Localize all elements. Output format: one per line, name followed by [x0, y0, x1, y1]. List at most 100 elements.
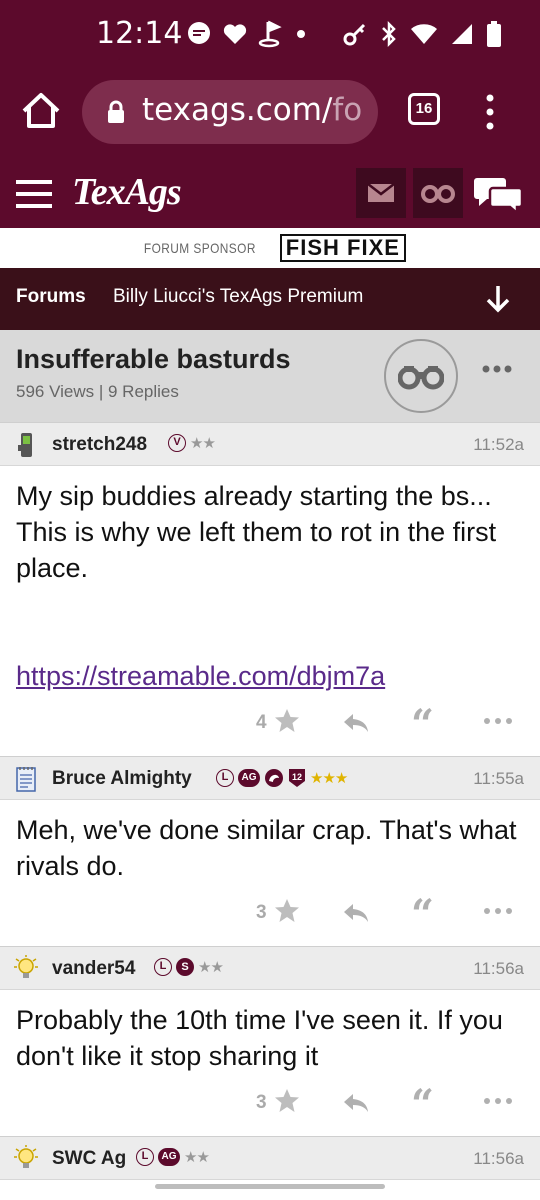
post-time: 11:52a	[473, 435, 524, 454]
lock-icon	[108, 100, 124, 123]
mascot-badge-icon	[265, 769, 283, 787]
star-count: 3	[256, 1092, 267, 1113]
post: vander54 L S ★★ 11:56a Probably the 10th…	[0, 946, 540, 1136]
envelope-icon	[367, 183, 395, 202]
board-name-link[interactable]: Billy Liucci's TexAgs Premium	[113, 286, 363, 308]
browser-toolbar: texags.com/fo 16	[0, 72, 540, 160]
reply-icon[interactable]	[342, 712, 370, 734]
post: stretch248 V ★★ 11:52a My sip buddies al…	[0, 422, 540, 756]
post-header: stretch248 V ★★ 11:52a	[0, 422, 540, 466]
post-header: Bruce Almighty L AG 12 ★★★ 11:55a	[0, 756, 540, 800]
star-count: 4	[256, 712, 267, 733]
post-time: 11:55a	[473, 769, 524, 788]
notepad-icon	[16, 767, 36, 792]
watch-thread-button[interactable]	[384, 339, 458, 413]
lightbulb-icon	[14, 1145, 38, 1168]
url-text: texags.com/fo	[142, 92, 363, 128]
star-count: 3	[256, 902, 267, 923]
wifi-icon	[411, 24, 437, 44]
status-bar: 12:14	[0, 0, 540, 72]
post-actions: 3 “	[0, 895, 540, 936]
reply-icon[interactable]	[342, 902, 370, 924]
quote-icon[interactable]: “	[411, 895, 434, 935]
heart-icon	[223, 24, 247, 44]
badge: L	[216, 769, 234, 787]
post-more-icon[interactable]	[483, 906, 513, 916]
forum-sponsor-banner[interactable]: FORUM SPONSOR FISH FIXE	[0, 228, 540, 268]
quote-icon[interactable]: “	[411, 1085, 434, 1125]
system-icons	[342, 20, 502, 48]
thread-stats: 596 Views | 9 Replies	[16, 382, 179, 401]
watch-list-button[interactable]	[413, 168, 463, 218]
badge: L	[154, 958, 172, 976]
binoculars-icon	[398, 366, 444, 390]
user-badges: V ★★	[168, 434, 216, 452]
messages-button[interactable]	[356, 168, 406, 218]
reply-icon[interactable]	[342, 1092, 370, 1114]
post-link[interactable]: https://streamable.com/dbjm7a	[16, 661, 385, 691]
star-icon[interactable]	[274, 708, 300, 734]
sponsor-logo: FISH FIXE	[279, 234, 406, 262]
sponsor-label: FORUM SPONSOR	[143, 240, 256, 256]
message-icon	[188, 22, 210, 44]
thread-title: Insufferable basturds	[16, 344, 291, 374]
golf-icon	[258, 20, 282, 48]
bluetooth-icon	[382, 20, 396, 48]
user-badges: L AG ★★	[136, 1148, 210, 1166]
rank-stars: ★★	[184, 1149, 210, 1166]
post-time: 11:56a	[473, 959, 524, 978]
signal-icon	[452, 24, 472, 44]
post-body: Probably the 10th time I've seen it. If …	[16, 1002, 526, 1074]
post-text: My sip buddies already starting the bs..…	[16, 481, 497, 583]
chat-button[interactable]	[470, 168, 526, 220]
forum-breadcrumb-bar: Forums Billy Liucci's TexAgs Premium	[0, 268, 540, 330]
post-actions: 3 “	[0, 1085, 540, 1126]
rank-stars: ★★	[198, 959, 224, 976]
dot-icon	[297, 30, 305, 38]
badge: AG	[238, 769, 260, 787]
username[interactable]: stretch248	[52, 434, 147, 456]
post-actions: 4 “	[0, 705, 540, 746]
key-icon	[343, 23, 366, 46]
post-more-icon[interactable]	[483, 1096, 513, 1106]
username[interactable]: SWC Ag	[52, 1148, 126, 1170]
thread-more-icon[interactable]	[482, 364, 512, 374]
gesture-nav-bar[interactable]	[155, 1184, 385, 1189]
post-header: vander54 L S ★★ 11:56a	[0, 946, 540, 990]
badge: S	[176, 958, 194, 976]
tab-switcher-button[interactable]: 16	[408, 93, 440, 125]
post-text: Probably the 10th time I've seen it. If …	[16, 1005, 503, 1071]
address-bar[interactable]: texags.com/fo	[82, 80, 378, 144]
forums-link[interactable]: Forums	[16, 286, 86, 308]
phone-icon	[18, 433, 32, 457]
post-body: Meh, we've done similar crap. That's wha…	[16, 812, 526, 884]
home-icon[interactable]	[20, 90, 62, 132]
rank-stars: ★★	[190, 435, 216, 452]
texags-logo[interactable]: TexAgs	[72, 170, 182, 214]
browser-menu-icon[interactable]	[480, 92, 500, 132]
battery-icon	[487, 21, 501, 47]
badge: AG	[158, 1148, 180, 1166]
user-badges: L AG 12 ★★★	[216, 768, 348, 788]
post-time: 11:56a	[473, 1149, 524, 1168]
username[interactable]: Bruce Almighty	[52, 768, 192, 790]
star-icon[interactable]	[274, 1088, 300, 1114]
rank-stars: ★★★	[310, 770, 348, 787]
badge: L	[136, 1148, 154, 1166]
username[interactable]: vander54	[52, 958, 135, 980]
hamburger-menu-icon[interactable]	[14, 174, 54, 214]
quote-icon[interactable]: “	[411, 705, 434, 745]
status-time: 12:14	[96, 16, 183, 51]
svg-text:12: 12	[292, 772, 302, 782]
binoculars-icon	[421, 185, 455, 203]
thread-header: Insufferable basturds 596 Views | 9 Repl…	[0, 330, 540, 422]
arrow-down-icon[interactable]	[484, 284, 512, 314]
star-icon[interactable]	[274, 898, 300, 924]
post: Bruce Almighty L AG 12 ★★★ 11:55a Meh, w…	[0, 756, 540, 946]
post-header: SWC Ag L AG ★★ 11:56a	[0, 1136, 540, 1180]
post-more-icon[interactable]	[483, 716, 513, 726]
post: SWC Ag L AG ★★ 11:56a	[0, 1136, 540, 1180]
lightbulb-icon	[14, 955, 38, 978]
post-body: My sip buddies already starting the bs..…	[16, 478, 526, 694]
notification-icons	[186, 20, 310, 48]
